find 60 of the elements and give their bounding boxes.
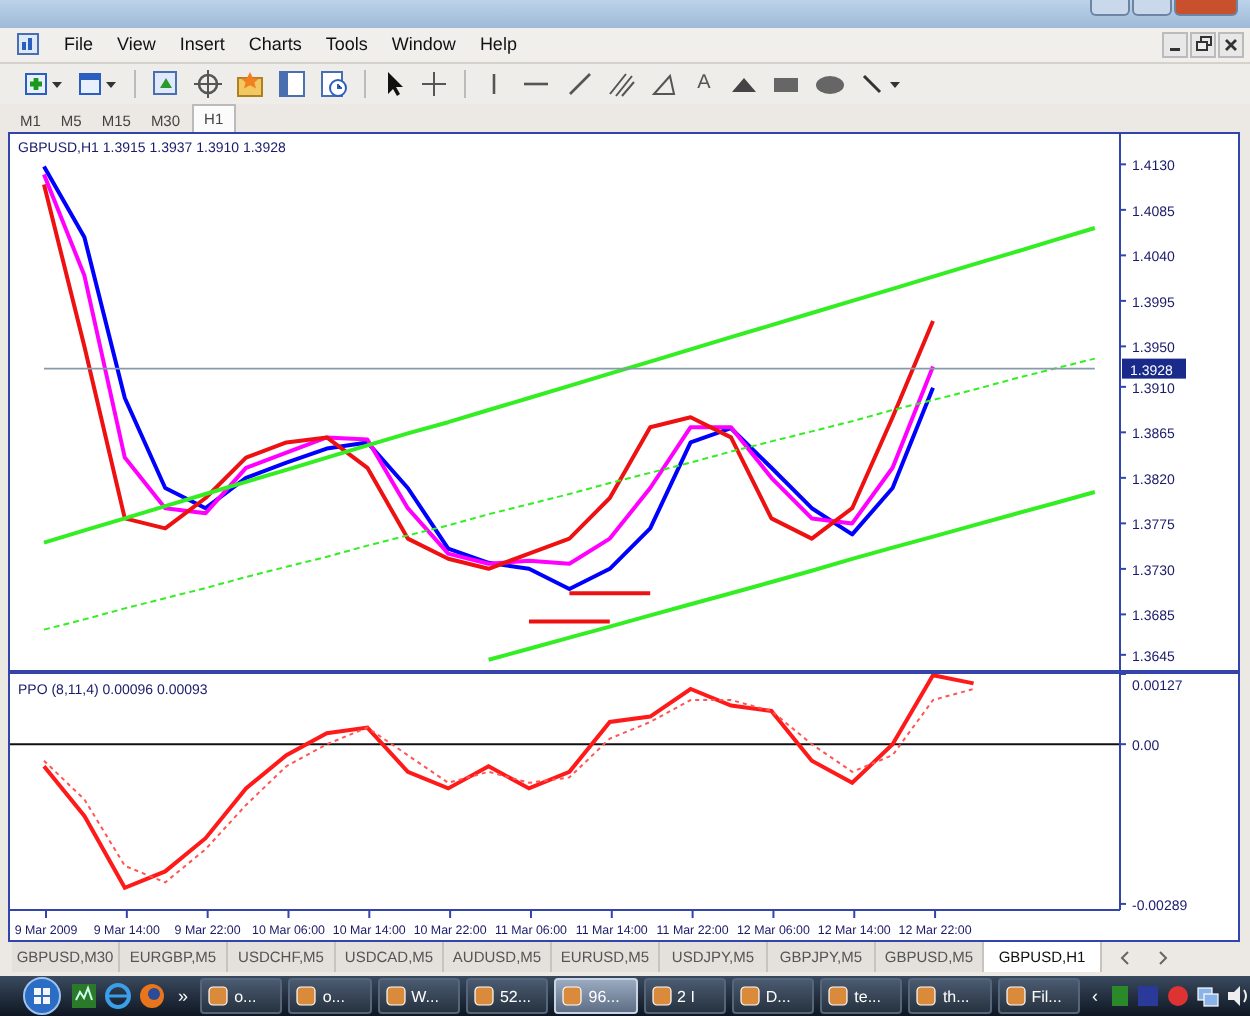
trend-line-icon[interactable]: [566, 69, 594, 98]
taskbar-button[interactable]: 2 I: [643, 978, 726, 1014]
quick-launch-more[interactable]: »: [172, 986, 195, 1006]
app-icon: [916, 986, 937, 1006]
taskbar-button[interactable]: W...: [377, 978, 460, 1014]
app-icon: [473, 986, 494, 1006]
scroll-right-icon[interactable]: [1154, 950, 1170, 967]
app-icon: [208, 986, 229, 1006]
level-line: [529, 619, 610, 624]
speaker-icon[interactable]: [1226, 984, 1250, 1008]
taskbar-button[interactable]: 96...: [554, 978, 638, 1014]
level-line: [569, 591, 651, 596]
window-icon[interactable]: [278, 69, 306, 98]
tray-icon[interactable]: [1166, 984, 1191, 1008]
triangle-icon[interactable]: [650, 69, 678, 98]
app-icon: [1005, 986, 1026, 1006]
tray-icon[interactable]: [1110, 984, 1131, 1008]
taskbar-button[interactable]: D...: [731, 978, 815, 1014]
cursor-icon[interactable]: [382, 69, 406, 98]
restore-icon: [1195, 36, 1211, 53]
close-icon: [1224, 37, 1238, 52]
taskbar-button[interactable]: te...: [820, 978, 903, 1014]
folder-star-icon[interactable]: [236, 69, 264, 98]
minimize-button[interactable]: [1162, 31, 1188, 58]
network-icon[interactable]: [1196, 984, 1221, 1008]
close-button[interactable]: [1218, 31, 1244, 58]
menu-item[interactable]: Insert: [167, 34, 237, 55]
taskbar-button[interactable]: 52...: [465, 978, 549, 1014]
new-chart-icon[interactable]: [24, 69, 64, 98]
market-watch-icon[interactable]: [152, 69, 180, 98]
maximize-button[interactable]: [1132, 0, 1172, 16]
menu-item[interactable]: Window: [379, 34, 468, 55]
menu-item[interactable]: Tools: [313, 34, 380, 55]
menu-item[interactable]: File: [52, 34, 106, 55]
taskbar-button[interactable]: o...: [200, 978, 283, 1014]
app-icon: [739, 986, 760, 1006]
scroll-left-icon[interactable]: [1118, 950, 1134, 967]
browser-icon[interactable]: [138, 982, 167, 1010]
current-price-label: [1122, 359, 1186, 380]
app-icon: [828, 986, 849, 1006]
app-icon: [296, 986, 317, 1006]
menu-item[interactable]: Help: [467, 34, 529, 55]
channel-icon[interactable]: [608, 69, 636, 98]
crosshair-icon[interactable]: [194, 69, 222, 98]
window-icon[interactable]: [78, 69, 118, 98]
app-icon: [562, 986, 583, 1006]
app-icon: [651, 986, 672, 1006]
crosshair-icon[interactable]: [420, 69, 448, 98]
menu-item[interactable]: Charts: [236, 34, 314, 55]
menu-item[interactable]: View: [105, 34, 168, 55]
tray-expand[interactable]: ‹: [1086, 986, 1105, 1006]
clock-icon[interactable]: [320, 69, 348, 98]
app-icon[interactable]: [70, 982, 99, 1010]
browser-icon[interactable]: [104, 982, 133, 1010]
restore-button[interactable]: [1190, 31, 1216, 58]
text-tool[interactable]: A: [692, 72, 716, 95]
taskbar-button[interactable]: th...: [908, 978, 992, 1014]
taskbar-button[interactable]: o...: [288, 978, 372, 1014]
app-icon: [385, 986, 406, 1006]
taskbar-button[interactable]: Fil...: [997, 978, 1081, 1014]
